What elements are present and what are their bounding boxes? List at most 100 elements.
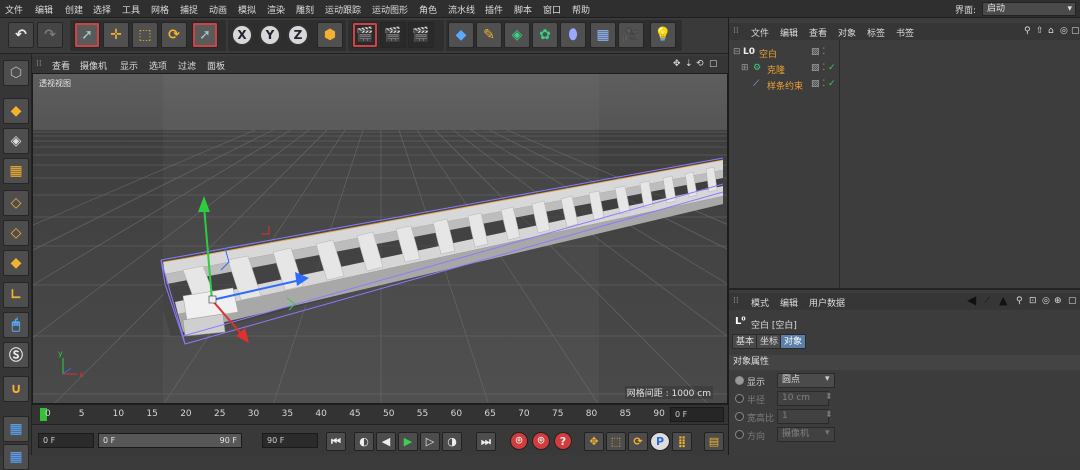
new-window-icon[interactable]: ▢	[1071, 26, 1080, 36]
object-menu-file[interactable]: 文件	[751, 26, 769, 39]
target-icon[interactable]: ◎	[1042, 296, 1050, 306]
recent-tool-icon[interactable]: ➚	[192, 22, 218, 48]
redo-icon[interactable]: ↷	[37, 22, 63, 48]
viewport-pan-icon[interactable]: ✥	[673, 59, 681, 69]
timeline-window-icon[interactable]: ▤	[704, 432, 724, 451]
start-frame-field[interactable]: 0 F	[38, 433, 94, 448]
workplane-mode-icon[interactable]: ▦	[3, 158, 29, 184]
object-row-cloner[interactable]: ⊞ ⚙ 克隆 ▨ ⁚ ✓	[729, 61, 1080, 76]
tweak-mode-icon[interactable]: 🖱	[3, 312, 29, 338]
menu-mograph[interactable]: 运动图形	[372, 3, 408, 16]
object-menu-view[interactable]: 查看	[809, 26, 827, 39]
play-icon[interactable]: ▶	[398, 432, 418, 451]
menu-create[interactable]: 创建	[65, 3, 83, 16]
texture-mode-icon[interactable]: ◈	[3, 128, 29, 154]
go-to-start-icon[interactable]: ⏮	[326, 432, 346, 451]
key-param-icon[interactable]: P	[650, 432, 670, 451]
visibility-toggle-icon[interactable]: ▨ ⁚	[811, 63, 825, 73]
viewport-dolly-icon[interactable]: ⇣	[685, 59, 693, 69]
tab-coordinates[interactable]: 坐标	[756, 334, 783, 349]
viewport-menu-view[interactable]: 查看	[52, 59, 70, 72]
axis-mode-icon[interactable]: ∟	[3, 282, 29, 308]
object-name[interactable]: 克隆	[767, 63, 785, 76]
visibility-toggle-icon[interactable]: ▨ ⁚	[811, 47, 825, 57]
viewport-menu-display[interactable]: 显示	[120, 59, 138, 72]
visibility-toggle-icon[interactable]: ▨ ⁚	[811, 79, 825, 89]
y-axis-lock-icon[interactable]: Y	[259, 24, 281, 46]
viewport-menu-options[interactable]: 选项	[149, 59, 167, 72]
collapse-icon[interactable]: ⊞	[741, 63, 749, 73]
viewport-maximize-icon[interactable]: ▢	[709, 59, 718, 69]
menu-snap[interactable]: 捕捉	[180, 3, 198, 16]
key-scale-icon[interactable]: ⬚	[606, 432, 626, 451]
viewport-menu-cameras[interactable]: 摄像机	[80, 59, 107, 72]
deformer-icon[interactable]: ⬮	[560, 22, 586, 48]
viewport-menu-panel[interactable]: 面板	[207, 59, 225, 72]
render-view-icon[interactable]: 🎬	[352, 22, 378, 48]
lock-icon[interactable]: ⊡	[1029, 296, 1037, 306]
enabled-check-icon[interactable]: ✓	[828, 79, 836, 89]
polygons-mode-icon[interactable]: ◆	[3, 250, 29, 276]
points-mode-icon[interactable]: ◇	[3, 190, 29, 216]
animate-radio[interactable]	[735, 394, 744, 403]
prev-key-icon[interactable]: ◐	[354, 432, 374, 451]
aspect-ratio-field[interactable]: 1	[777, 409, 829, 424]
subdivision-icon[interactable]: ◈	[504, 22, 530, 48]
tab-object[interactable]: 对象	[780, 334, 807, 349]
animate-radio[interactable]	[735, 376, 744, 385]
arrow-up-icon[interactable]: ⇧	[1036, 26, 1044, 36]
forward-arrow-icon[interactable]: ⟋	[984, 296, 990, 306]
pen-icon[interactable]: ✎	[476, 22, 502, 48]
stepper-icon[interactable]: ⬍	[825, 410, 833, 420]
menu-script[interactable]: 脚本	[514, 3, 532, 16]
object-name[interactable]: 空白	[759, 47, 777, 60]
viewport-menu-filter[interactable]: 过滤	[178, 59, 196, 72]
menu-animate[interactable]: 动画	[209, 3, 227, 16]
rotate-tool-icon[interactable]: ⟳	[161, 22, 187, 48]
menu-edit[interactable]: 编辑	[35, 3, 53, 16]
search-icon[interactable]: ⚲	[1024, 26, 1031, 36]
keyframe-selection-icon[interactable]: ?	[554, 432, 572, 450]
attr-menu-userdata[interactable]: 用户数据	[809, 296, 845, 309]
object-name[interactable]: 样条约束	[767, 79, 803, 92]
menu-pipeline[interactable]: 流水线	[448, 3, 475, 16]
animate-radio[interactable]	[735, 412, 744, 421]
object-menu-bookmarks[interactable]: 书签	[896, 26, 914, 39]
menu-render[interactable]: 渲染	[267, 3, 285, 16]
solo-icon[interactable]: Ⓢ	[3, 342, 29, 368]
key-pla-icon[interactable]: ⣿	[672, 432, 692, 451]
menu-mesh[interactable]: 网格	[151, 3, 169, 16]
go-to-end-icon[interactable]: ⏭	[476, 432, 496, 451]
radius-field[interactable]: 10 cm	[777, 391, 829, 406]
render-picture-viewer-icon[interactable]: 🎬	[380, 22, 406, 48]
end-frame-field[interactable]: 90 F	[262, 433, 318, 448]
frame-range-slider[interactable]: 0 F 90 F	[98, 433, 242, 448]
object-menu-tags[interactable]: 标签	[867, 26, 885, 39]
layout-select[interactable]: 启动	[982, 2, 1076, 16]
workplane-icon[interactable]: ▦	[3, 416, 29, 442]
menu-character[interactable]: 角色	[419, 3, 437, 16]
move-tool-icon[interactable]: ✛	[103, 22, 129, 48]
z-axis-lock-icon[interactable]: Z	[287, 24, 309, 46]
snap-icon[interactable]: ∪	[3, 376, 29, 402]
enabled-check-icon[interactable]: ✓	[828, 63, 836, 73]
settings-icon[interactable]: ⊕	[1054, 296, 1062, 306]
menu-plugins[interactable]: 插件	[485, 3, 503, 16]
up-arrow-icon[interactable]: ▲	[999, 294, 1007, 307]
grid-icon[interactable]: ▦	[3, 444, 29, 470]
next-key-icon[interactable]: ◑	[442, 432, 462, 451]
tab-basic[interactable]: 基本	[732, 334, 759, 349]
menu-sculpt[interactable]: 雕刻	[296, 3, 314, 16]
camera-icon[interactable]: 🎥	[618, 22, 644, 48]
autokey-icon[interactable]: ⌾	[532, 432, 550, 450]
object-row-null[interactable]: ⊟ L0 空白 ▨ ⁚	[729, 45, 1080, 60]
key-position-icon[interactable]: ✥	[584, 432, 604, 451]
object-row-spline-wrap[interactable]: ⟋ 样条约束 ▨ ⁚ ✓	[729, 77, 1080, 92]
key-rotation-icon[interactable]: ⟳	[628, 432, 648, 451]
edges-mode-icon[interactable]: ◇	[3, 220, 29, 246]
cloner-icon[interactable]: ✿	[532, 22, 558, 48]
object-menu-edit[interactable]: 编辑	[780, 26, 798, 39]
render-settings-icon[interactable]: 🎬	[408, 22, 434, 48]
scale-tool-icon[interactable]: ⬚	[132, 22, 158, 48]
object-menu-objects[interactable]: 对象	[838, 26, 856, 39]
